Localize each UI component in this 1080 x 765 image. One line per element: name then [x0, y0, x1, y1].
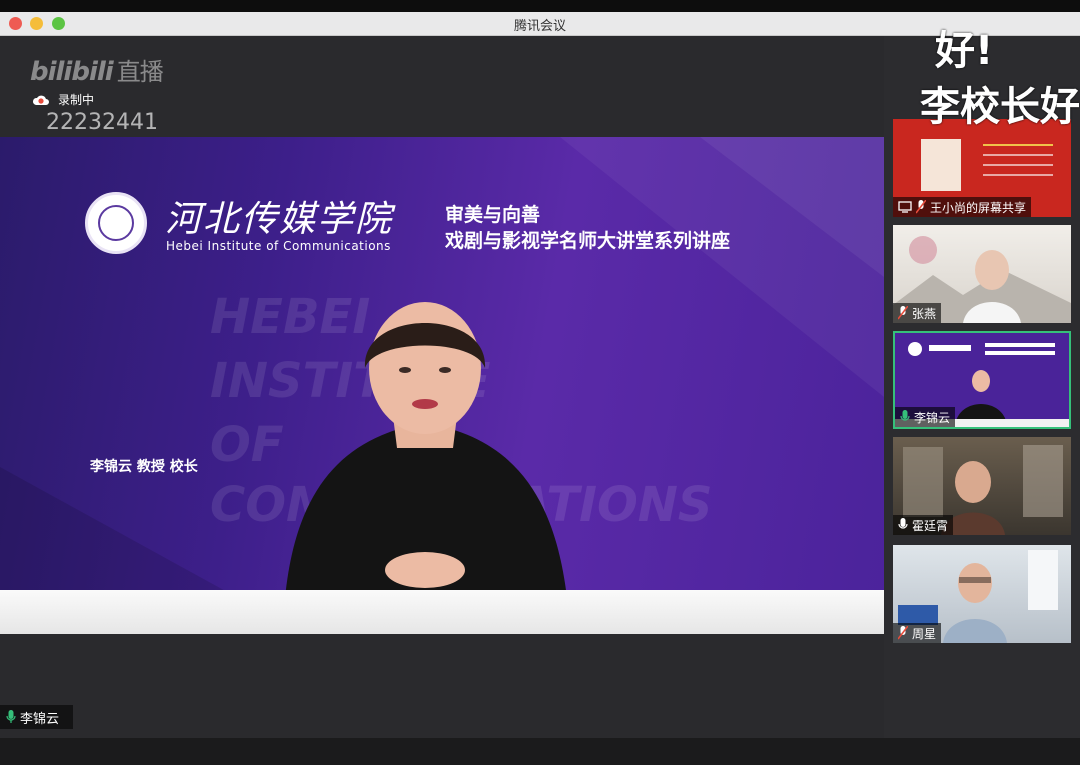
tile-nametag: 张燕 — [893, 303, 942, 323]
school-name-cn: 河北传媒学院 — [165, 199, 394, 240]
school-seal-logo — [85, 192, 147, 254]
participant-name: 周星 — [912, 626, 937, 641]
shared-slide-photo — [921, 139, 961, 191]
meeting-window: 腾讯会议 bilibili 直播 录制中 22232441 HEBEI INSTI… — [0, 0, 1080, 765]
top-strip — [0, 0, 1080, 12]
tile-nametag: 李锦云 — [895, 407, 956, 427]
window-title: 腾讯会议 — [513, 19, 566, 34]
tile-nametag: 霍廷霄 — [893, 515, 954, 535]
lecture-series-subtitle: 戏剧与影视学名师大讲堂系列讲座 — [445, 230, 731, 252]
mic-muted-icon — [898, 306, 908, 320]
speaker-caption: 李锦云 教授 校长 — [90, 459, 198, 475]
cloud-record-icon — [32, 95, 49, 105]
mic-icon — [900, 410, 910, 421]
participant-name: 张燕 — [912, 306, 937, 321]
school-name-en: Hebei Institute of Communications — [166, 239, 391, 253]
recording-label: 录制中 — [58, 93, 95, 107]
participant-tile-huo-tingxiao[interactable]: 霍廷霄 — [893, 437, 1071, 535]
mic-icon — [898, 518, 908, 529]
brand-suffix: 直播 — [116, 58, 164, 86]
recording-indicator: 录制中 — [32, 91, 94, 108]
main-speaker-nametag: 李锦云 — [0, 705, 73, 729]
desk — [0, 590, 884, 634]
participant-tile-screen-share[interactable]: 王小尚的屏幕共享 — [893, 119, 1071, 217]
bilibili-logo: bilibili 直播 — [30, 52, 164, 87]
screen-share-icon — [898, 201, 912, 213]
tile-nametag: 王小尚的屏幕共享 — [893, 197, 1032, 217]
room-id: 22232441 — [46, 110, 158, 135]
participant-name: 李锦云 — [914, 410, 951, 425]
participant-name: 霍廷霄 — [912, 518, 949, 533]
speaker-figure — [285, 302, 567, 598]
bottom-bar — [0, 738, 1080, 765]
watermark-line-3: OF — [210, 417, 284, 473]
mic-muted-icon — [898, 626, 908, 640]
participant-tile-li-jinyun[interactable]: 李锦云 — [893, 331, 1071, 429]
comment-overlay-line-1: 好! — [935, 28, 994, 74]
lecture-series-title: 审美与向善 — [445, 204, 541, 226]
main-speaker-name: 李锦云 — [20, 711, 60, 727]
mic-icon — [6, 710, 16, 723]
participant-tile-zhou-xing[interactable]: 周星 — [893, 545, 1071, 643]
participant-name: 王小尚的屏幕共享 — [930, 200, 1027, 215]
tile-nametag: 周星 — [893, 623, 942, 643]
comment-overlay-line-2: 李校长好 — [920, 84, 1080, 130]
brand-text: bilibili — [30, 57, 114, 87]
participant-tile-zhang-yan[interactable]: 张燕 — [893, 225, 1071, 323]
mic-muted-icon — [916, 200, 926, 214]
title-bar: 腾讯会议 — [0, 12, 1080, 36]
